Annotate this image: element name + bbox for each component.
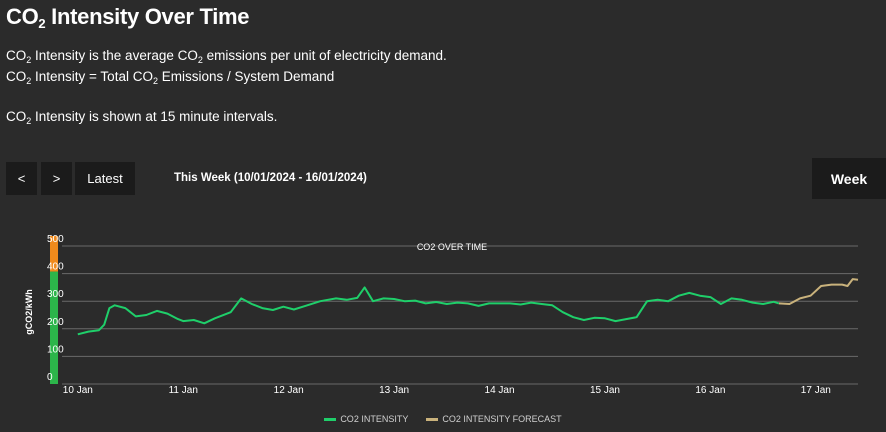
chart-title: CO2 OVER TIME bbox=[417, 242, 487, 252]
x-tick-5: 15 Jan bbox=[590, 385, 620, 396]
series-line-0 bbox=[77, 286, 780, 336]
y-tick-200: 200 bbox=[47, 317, 64, 328]
legend-item-actual[interactable]: CO2 INTENSITY bbox=[324, 414, 408, 424]
y-tick-300: 300 bbox=[47, 289, 64, 300]
y-axis-label: gCO2/kWh bbox=[24, 289, 34, 335]
x-tick-2: 12 Jan bbox=[274, 385, 304, 396]
legend-item-forecast[interactable]: CO2 INTENSITY FORECAST bbox=[426, 414, 562, 424]
x-tick-labels: 10 Jan 11 Jan 12 Jan 13 Jan 14 Jan 15 Jan 16 J… bbox=[63, 385, 831, 396]
y-tick-100: 100 bbox=[47, 344, 64, 355]
chart-legend: CO2 INTENSITY CO2 INTENSITY FORECAST bbox=[0, 414, 886, 424]
legend-label-forecast: CO2 INTENSITY FORECAST bbox=[442, 414, 562, 424]
x-tick-3: 13 Jan bbox=[379, 385, 409, 396]
series-line-1 bbox=[778, 278, 859, 305]
x-tick-4: 14 Jan bbox=[485, 385, 515, 396]
grid-lines bbox=[62, 245, 858, 385]
x-tick-7: 17 Jan bbox=[801, 385, 831, 396]
x-tick-1: 11 Jan bbox=[169, 385, 198, 396]
x-tick-6: 16 Jan bbox=[695, 385, 725, 396]
co2-chart: 0 100 200 300 400 500 10 Jan 11 Jan 12 Jan 13 Ja… bbox=[24, 234, 859, 396]
series-lines bbox=[77, 278, 859, 336]
y-tick-0: 0 bbox=[47, 372, 53, 383]
legend-swatch-forecast bbox=[426, 417, 439, 421]
legend-label-actual: CO2 INTENSITY bbox=[340, 414, 409, 424]
x-tick-0: 10 Jan bbox=[63, 385, 93, 396]
intensity-color-band bbox=[50, 236, 58, 384]
legend-swatch-actual bbox=[324, 417, 337, 421]
y-tick-500: 500 bbox=[47, 234, 64, 245]
y-tick-400: 400 bbox=[47, 262, 64, 273]
